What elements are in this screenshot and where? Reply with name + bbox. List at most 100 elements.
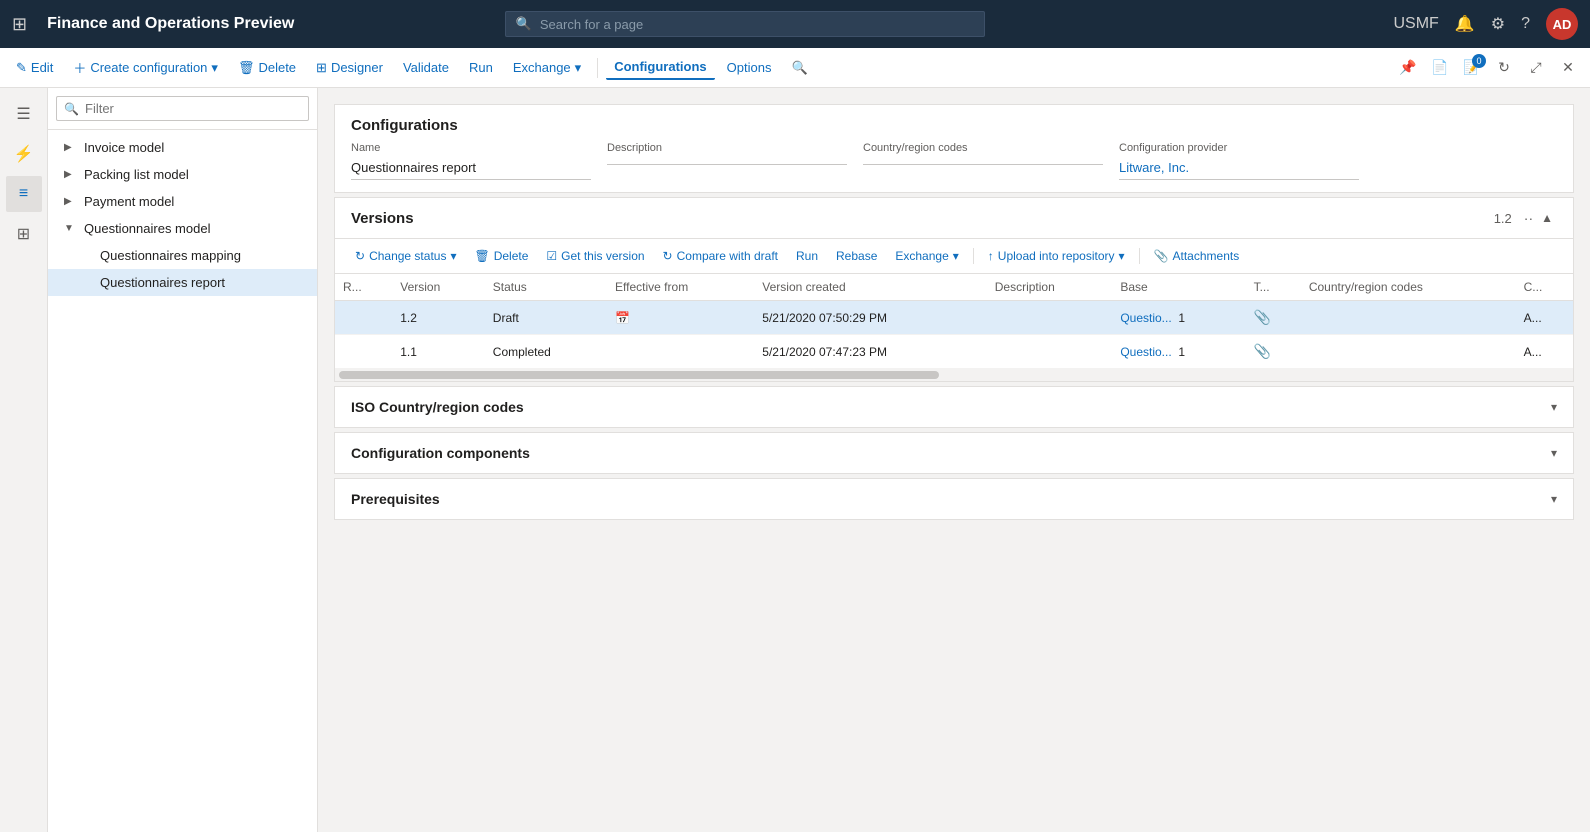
versions-header: Versions 1.2 ·· ▲ (335, 198, 1573, 239)
tree-item-questionnaires[interactable]: ▼ Questionnaires model (48, 215, 317, 242)
search-toolbar-button[interactable]: 🔍 (783, 56, 815, 80)
cell-cr: A... (1516, 335, 1573, 369)
col-t: T... (1246, 274, 1301, 301)
versions-toolbar: ↻ Change status ▾ 🗑 Delete ☑ Get this ve… (335, 239, 1573, 274)
notes-icon[interactable]: 📝 0 (1458, 54, 1486, 82)
compare-icon: ↻ (663, 249, 673, 263)
clip-icon: 📎 (1254, 309, 1271, 325)
refresh-icon[interactable]: ↻ (1490, 54, 1518, 82)
table-row[interactable]: 1.2 Draft 📅 5/21/2020 07:50:29 PM Questi… (335, 301, 1573, 335)
cell-description (987, 335, 1113, 369)
tree-item-questionnaires-mapping[interactable]: Questionnaires mapping (48, 242, 317, 269)
run-button[interactable]: Run (461, 56, 501, 79)
col-effective-from: Effective from (607, 274, 754, 301)
cell-country-region (1301, 301, 1516, 335)
list2-icon[interactable]: ⊞ (6, 216, 42, 252)
close-icon[interactable]: ✕ (1554, 54, 1582, 82)
versions-run-button[interactable]: Run (788, 245, 826, 267)
attachment-icon: 📎 (1154, 249, 1169, 263)
notification-icon[interactable]: 🔔 (1455, 14, 1475, 34)
tree-item-invoice[interactable]: ▶ Invoice model (48, 134, 317, 161)
action-toolbar: ✎ Edit ＋ Create configuration ▾ 🗑 Delete… (0, 48, 1590, 88)
prerequisites-section[interactable]: Prerequisites ▾ (334, 478, 1574, 520)
col-version: Version (392, 274, 485, 301)
tree-item-questionnaires-report[interactable]: Questionnaires report (48, 269, 317, 296)
cell-version-created: 5/21/2020 07:50:29 PM (754, 301, 986, 335)
exchange-chevron-icon: ▾ (575, 60, 582, 76)
tree-item-payment[interactable]: ▶ Payment model (48, 188, 317, 215)
change-status-icon: ↻ (355, 249, 365, 263)
versions-separator2 (1139, 248, 1140, 264)
cell-base: Questio... 1 (1112, 335, 1245, 369)
create-config-button[interactable]: ＋ Create configuration ▾ (65, 54, 226, 81)
hamburger-icon[interactable]: ☰ (6, 96, 42, 132)
avatar[interactable]: AD (1546, 8, 1578, 40)
iso-country-section[interactable]: ISO Country/region codes ▾ (334, 386, 1574, 428)
app-title: Finance and Operations Preview (47, 15, 294, 33)
col-status: Status (485, 274, 607, 301)
compare-with-draft-button[interactable]: ↻ Compare with draft (655, 245, 786, 267)
toolbar-right: 📌 📄 📝 0 ↻ ⤢ ✕ (1394, 54, 1582, 82)
designer-button[interactable]: ⊞ Designer (308, 56, 391, 80)
country-codes-field: Country/region codes (863, 142, 1103, 180)
attachments-button[interactable]: 📎 Attachments (1146, 245, 1248, 267)
change-status-button[interactable]: ↻ Change status ▾ (347, 245, 464, 267)
upload-repository-button[interactable]: ↑ Upload into repository ▾ (980, 245, 1133, 267)
configurations-section: Configurations Name Questionnaires repor… (334, 104, 1574, 193)
tree-filter-area: 🔍 (48, 88, 317, 130)
versions-delete-button[interactable]: 🗑 Delete (466, 245, 536, 267)
get-version-icon: ☑ (546, 249, 557, 263)
cell-r (335, 301, 392, 335)
iso-chevron-icon: ▾ (1551, 400, 1557, 414)
search-input[interactable] (540, 17, 974, 32)
versions-exchange-chevron: ▾ (953, 249, 959, 263)
validate-button[interactable]: Validate (395, 56, 457, 79)
search-toolbar-icon: 🔍 (791, 60, 807, 76)
list-icon[interactable]: ≡ (6, 176, 42, 212)
tree-filter-input[interactable] (56, 96, 309, 121)
configurations-button[interactable]: Configurations (606, 55, 714, 80)
top-nav-bar: ⊞ Finance and Operations Preview 🔍 USMF … (0, 0, 1590, 48)
options-button[interactable]: Options (719, 56, 780, 79)
search-bar[interactable]: 🔍 (505, 11, 985, 37)
pin-icon[interactable]: 📌 (1394, 54, 1422, 82)
cell-base: Questio... 1 (1112, 301, 1245, 335)
help-icon[interactable]: ? (1521, 15, 1530, 33)
content-panel: Configurations Name Questionnaires repor… (318, 88, 1590, 832)
bookmark-icon[interactable]: 📄 (1426, 54, 1454, 82)
versions-collapse-button[interactable]: ▲ (1537, 209, 1557, 227)
prerequisites-title: Prerequisites (351, 491, 1551, 507)
description-field: Description (607, 142, 847, 180)
description-value (607, 156, 847, 165)
table-row[interactable]: 1.1 Completed 5/21/2020 07:47:23 PM Ques… (335, 335, 1573, 369)
cell-country-region (1301, 335, 1516, 369)
cell-description (987, 301, 1113, 335)
name-field: Name Questionnaires report (351, 142, 591, 180)
provider-field: Configuration provider Litware, Inc. (1119, 142, 1359, 180)
grid-icon[interactable]: ⊞ (12, 14, 27, 35)
chevron-right-icon: ▶ (64, 196, 80, 207)
filter-icon[interactable]: ⚡ (6, 136, 42, 172)
versions-exchange-button[interactable]: Exchange ▾ (887, 245, 966, 267)
sidebar-icons: ☰ ⚡ ≡ ⊞ (0, 88, 48, 832)
notes-badge: 0 (1472, 54, 1486, 68)
get-this-version-button[interactable]: ☑ Get this version (538, 245, 652, 267)
cell-status: Draft (485, 301, 607, 335)
delete-button[interactable]: 🗑 Delete (230, 56, 304, 80)
popout-icon[interactable]: ⤢ (1522, 54, 1550, 82)
cell-effective-from (607, 335, 754, 369)
exchange-button[interactable]: Exchange ▾ (505, 56, 589, 80)
versions-menu-button[interactable]: ·· (1520, 208, 1537, 228)
settings-icon[interactable]: ⚙ (1491, 14, 1505, 34)
col-base: Base (1112, 274, 1245, 301)
h-scrollbar[interactable] (339, 371, 939, 379)
col-country-region: Country/region codes (1301, 274, 1516, 301)
col-version-created: Version created (754, 274, 986, 301)
upload-icon: ↑ (988, 249, 994, 263)
config-components-section[interactable]: Configuration components ▾ (334, 432, 1574, 474)
tree-item-packing[interactable]: ▶ Packing list model (48, 161, 317, 188)
provider-value[interactable]: Litware, Inc. (1119, 156, 1359, 180)
rebase-button[interactable]: Rebase (828, 245, 885, 267)
chevron-right-icon: ▶ (64, 169, 80, 180)
edit-button[interactable]: ✎ Edit (8, 56, 61, 80)
